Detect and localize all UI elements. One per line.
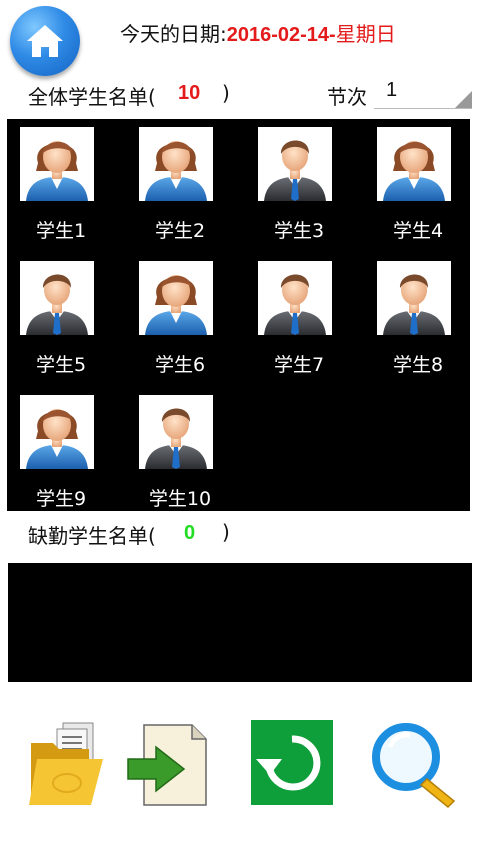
export-icon [127,724,207,806]
male-avatar-icon [258,127,332,201]
open-folder-button[interactable] [27,713,117,813]
female-avatar-icon [377,127,451,201]
all-students-grid: 学生1 学生2 学生3 学生4 学生5 学生6 学生7 学生8 学生9 学生10 [7,119,470,511]
student-name: 学生2 [154,220,206,242]
home-button[interactable] [10,6,80,76]
section-select[interactable]: 1 [374,76,472,109]
male-avatar-icon [258,261,332,335]
all-students-close-paren: ) [222,81,230,105]
date-row: 今天的日期:2016-02-14-星期日 [120,18,396,47]
home-icon [27,25,63,57]
absent-students-count: 0 [184,522,196,544]
folder-icon [29,722,103,805]
section-value: 1 [386,79,398,101]
student-name: 学生8 [392,354,444,376]
date-label: 今天的日期: [120,22,227,46]
male-avatar-icon [20,261,94,335]
female-avatar-icon [20,127,94,201]
student-name: 学生10 [148,488,212,510]
student-name: 学生9 [35,488,87,510]
student-name: 学生4 [392,220,444,242]
all-students-count: 10 [178,82,201,104]
student-name: 学生7 [273,354,325,376]
female-avatar-icon [139,127,213,201]
student-name: 学生5 [35,354,87,376]
section-label: 节次 [327,85,367,109]
female-avatar-icon [20,395,94,469]
absent-students-label: 缺勤学生名单( [28,524,156,548]
male-avatar-icon [377,261,451,335]
export-button[interactable] [126,713,216,813]
weekday: 星期日 [335,22,396,46]
absent-students-close-paren: ) [222,520,230,544]
dropdown-corner-icon [455,91,472,108]
student-name: 学生1 [35,220,87,242]
search-button[interactable] [370,713,460,813]
date-value: 2016-02-14- [226,24,336,46]
female-avatar-icon [139,261,213,335]
absent-students-list [8,563,472,682]
male-avatar-icon [139,395,213,469]
search-icon [372,723,456,809]
student-name: 学生6 [154,354,206,376]
all-students-label: 全体学生名单( [28,85,156,109]
refresh-icon [251,720,333,805]
student-name: 学生3 [273,220,325,242]
refresh-button[interactable] [248,713,338,813]
